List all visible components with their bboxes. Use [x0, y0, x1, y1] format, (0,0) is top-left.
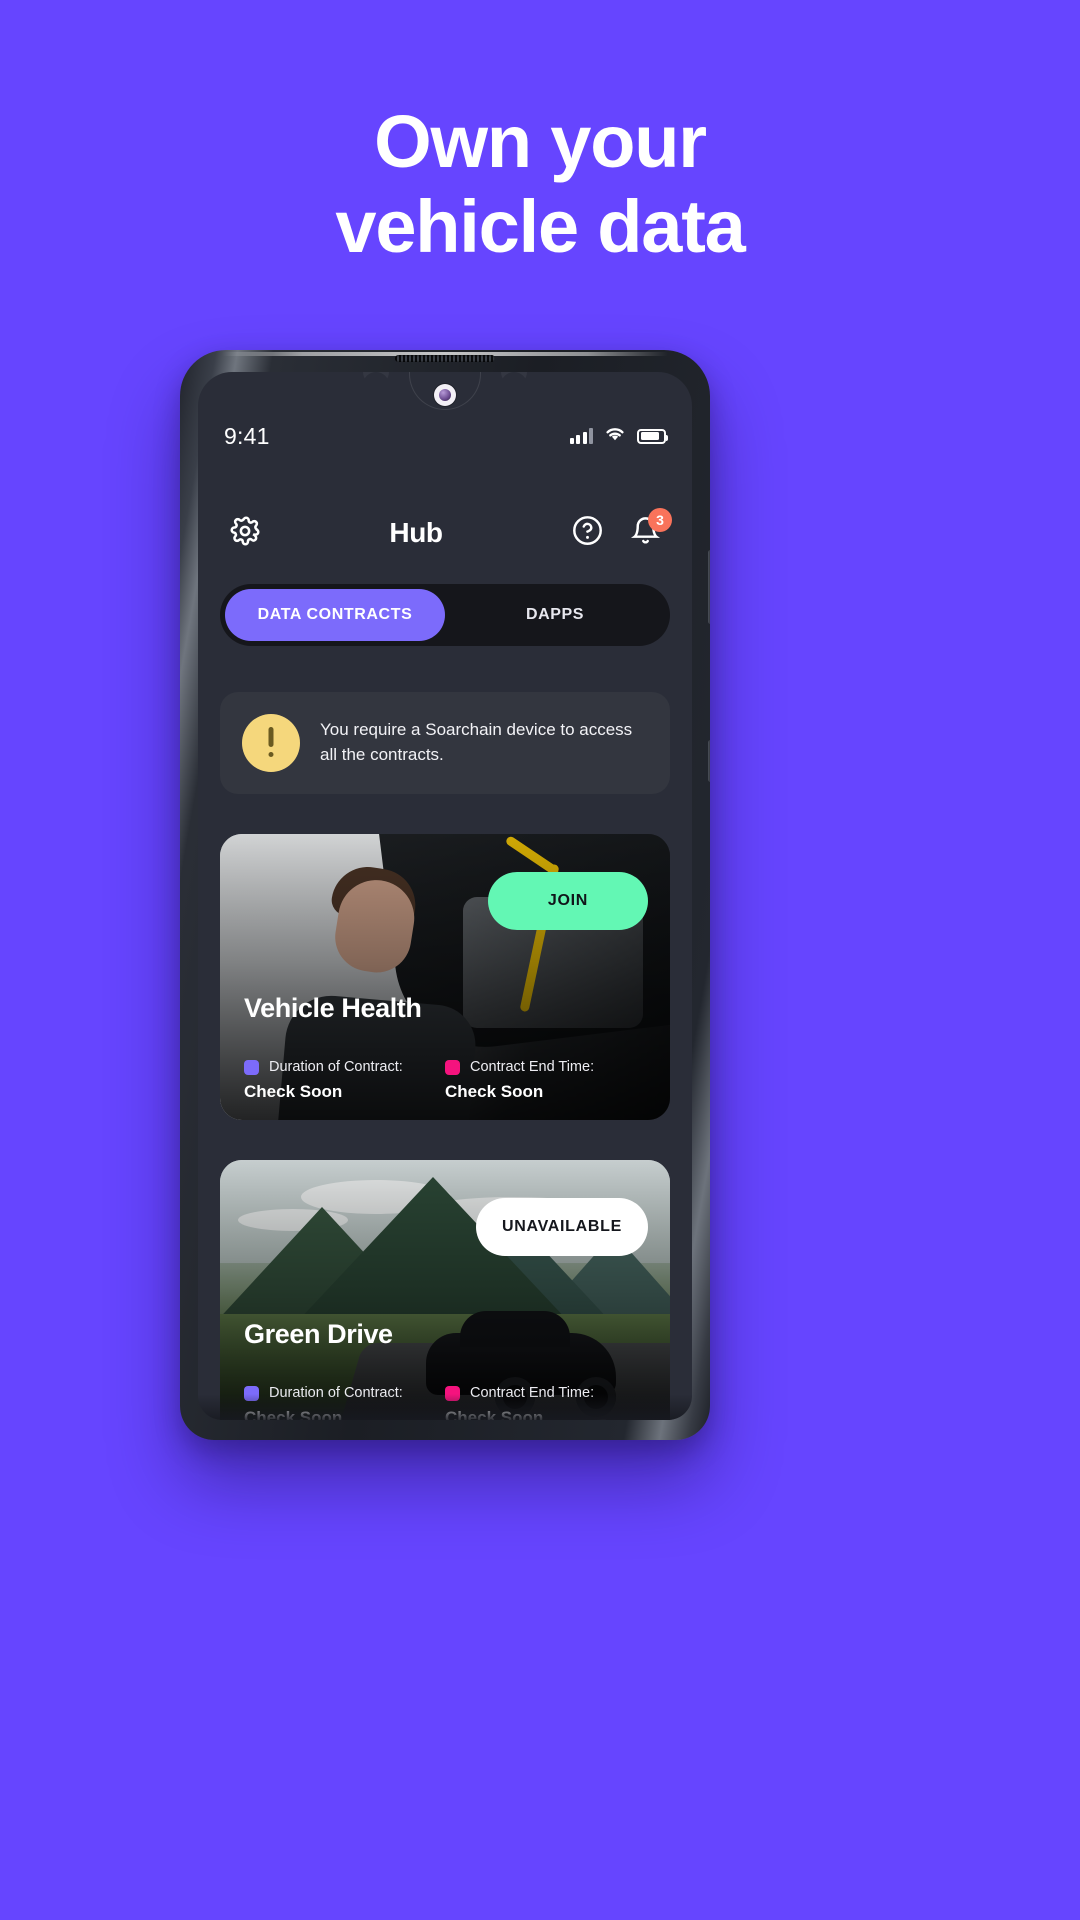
- segmented-tabs: DATA CONTRACTS DAPPS: [220, 584, 670, 646]
- phone-mockup: 9:41 Hub 3 DATA CONTRACTS DAPPS You requ…: [180, 350, 710, 1440]
- notch-dip: [409, 372, 481, 410]
- power-button[interactable]: [708, 740, 710, 782]
- help-button[interactable]: [566, 512, 608, 554]
- contract-card-vehicle-health[interactable]: JOIN Vehicle Health Duration of Contract…: [220, 834, 670, 1120]
- status-bar-clock: 9:41: [224, 422, 270, 449]
- end-time-dot-icon: [445, 1385, 460, 1401]
- battery-icon: [637, 428, 668, 444]
- meta-end-time: Contract End Time: Check Soon: [445, 1385, 646, 1420]
- meta-label: Duration of Contract:: [269, 1385, 403, 1401]
- meta-duration: Duration of Contract: Check Soon: [244, 1385, 445, 1420]
- earpiece-speaker-icon: [395, 355, 495, 362]
- card-title: Green Drive: [244, 1319, 393, 1349]
- cellular-signal-icon: [569, 428, 593, 444]
- meta-value: Check Soon: [244, 1082, 343, 1101]
- settings-button[interactable]: [224, 512, 266, 554]
- meta-end-time: Contract End Time: Check Soon: [445, 1059, 646, 1102]
- header-actions: 3: [566, 508, 672, 554]
- card-meta: Duration of Contract: Check Soon Contrac…: [244, 1059, 646, 1102]
- help-circle-icon: [571, 514, 604, 552]
- headline-line-2: vehicle data: [335, 185, 745, 269]
- warning-exclamation-icon: [242, 714, 300, 772]
- phone-screen: 9:41 Hub 3 DATA CONTRACTS DAPPS You requ…: [198, 372, 692, 1420]
- wifi-icon: [604, 425, 626, 447]
- status-bar: 9:41: [198, 416, 692, 456]
- meta-label: Contract End Time:: [470, 1385, 595, 1401]
- status-bar-icons: [569, 425, 668, 447]
- front-camera-icon: [434, 384, 456, 406]
- meta-value: Check Soon: [445, 1408, 544, 1420]
- meta-value: Check Soon: [445, 1082, 544, 1101]
- card-meta: Duration of Contract: Check Soon Contrac…: [244, 1385, 646, 1420]
- app-title: Hub: [389, 517, 443, 548]
- meta-label: Contract End Time:: [470, 1059, 595, 1075]
- notifications-button[interactable]: 3: [624, 508, 672, 554]
- tab-data-contracts[interactable]: DATA CONTRACTS: [225, 589, 445, 641]
- notch: [198, 372, 692, 418]
- screen-content: DATA CONTRACTS DAPPS You require a Soarc…: [198, 568, 692, 1420]
- headline-line-1: Own your: [374, 100, 707, 183]
- meta-label: Duration of Contract:: [269, 1059, 403, 1075]
- app-header: Hub 3: [198, 498, 692, 568]
- gear-icon: [229, 515, 261, 552]
- duration-dot-icon: [244, 1059, 259, 1075]
- join-button[interactable]: JOIN: [488, 872, 648, 930]
- device-required-notice: You require a Soarchain device to access…: [220, 692, 670, 794]
- meta-value: Check Soon: [244, 1408, 343, 1420]
- meta-duration: Duration of Contract: Check Soon: [244, 1059, 445, 1102]
- contract-card-green-drive[interactable]: UNAVAILABLE Green Drive Duration of Cont…: [220, 1160, 670, 1420]
- page-title: Own your vehicle data: [0, 104, 1080, 265]
- card-title: Vehicle Health: [244, 993, 422, 1023]
- unavailable-button[interactable]: UNAVAILABLE: [476, 1198, 648, 1256]
- phone-frame: 9:41 Hub 3 DATA CONTRACTS DAPPS You requ…: [180, 350, 710, 1440]
- duration-dot-icon: [244, 1385, 259, 1401]
- volume-button[interactable]: [708, 550, 710, 624]
- tab-dapps[interactable]: DAPPS: [445, 589, 665, 641]
- notice-text: You require a Soarchain device to access…: [320, 720, 633, 764]
- notification-badge: 3: [648, 508, 672, 532]
- end-time-dot-icon: [445, 1059, 460, 1075]
